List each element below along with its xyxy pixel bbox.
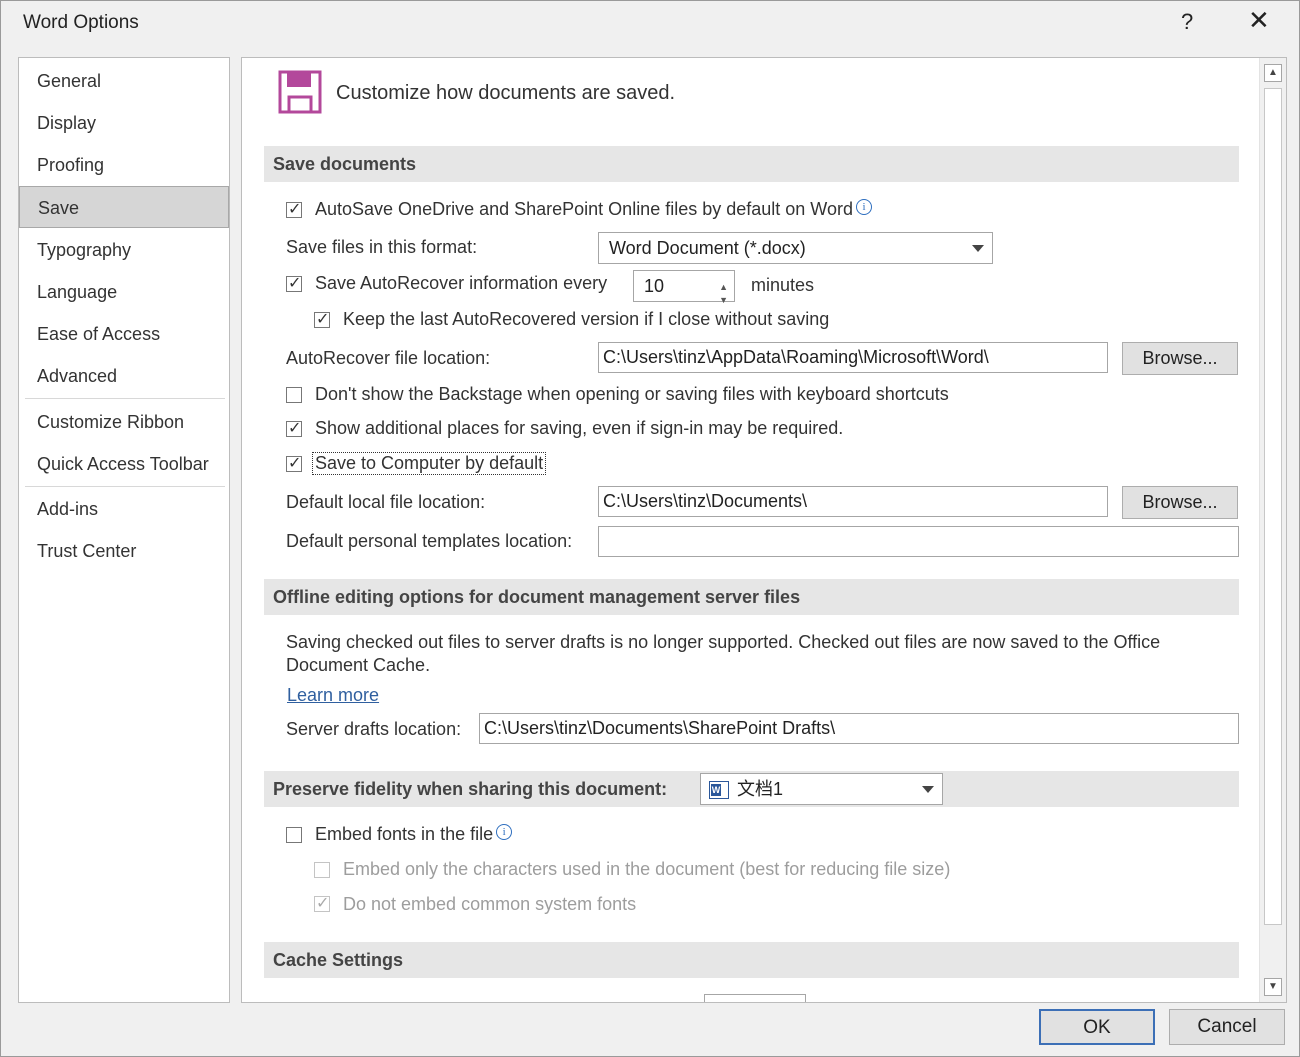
nav-item-customize-ribbon[interactable]: Customize Ribbon — [19, 401, 229, 443]
close-button[interactable]: ✕ — [1248, 6, 1270, 34]
default-templates-input[interactable] — [598, 526, 1239, 557]
nav-item-display[interactable]: Display — [19, 102, 229, 144]
browse-default-local-button[interactable]: Browse... — [1122, 486, 1238, 519]
nav-divider — [25, 398, 225, 399]
nav-item-quick-access-toolbar[interactable]: Quick Access Toolbar — [19, 443, 229, 485]
nav-item-ease-of-access[interactable]: Ease of Access — [19, 313, 229, 355]
minutes-label: minutes — [751, 275, 815, 295]
embed-fonts-checkbox[interactable] — [286, 827, 302, 843]
word-options-dialog: Word Options ? ✕ General Display Proofin… — [0, 0, 1300, 1057]
keep-last-label: Keep the last AutoRecovered version if I… — [343, 309, 830, 329]
format-select[interactable]: Word Document (*.docx) — [598, 232, 993, 264]
embed-fonts-label: Embed fonts in the file i — [315, 824, 513, 845]
embed-only-checkbox[interactable] — [314, 862, 330, 878]
nav-item-advanced[interactable]: Advanced — [19, 355, 229, 397]
additional-places-checkbox[interactable] — [286, 418, 302, 438]
nav-item-save[interactable]: Save — [19, 186, 229, 228]
chevron-down-icon — [922, 786, 934, 793]
section-save-documents: Save documents — [264, 146, 1239, 182]
vertical-scrollbar[interactable]: ▲ ▼ — [1259, 58, 1286, 1002]
browse-autorecover-button[interactable]: Browse... — [1122, 342, 1238, 375]
options-nav: General Display Proofing Save Typography… — [18, 57, 230, 1003]
nav-item-proofing[interactable]: Proofing — [19, 144, 229, 186]
default-local-label: Default local file location: — [286, 492, 486, 512]
format-select-value: Word Document (*.docx) — [609, 238, 806, 258]
autorecover-location-label: AutoRecover file location: — [286, 348, 491, 368]
no-common-fonts-label: Do not embed common system fonts — [343, 894, 637, 914]
nav-item-general[interactable]: General — [19, 60, 229, 102]
keep-last-checkbox[interactable] — [314, 309, 330, 329]
additional-places-label: Show additional places for saving, even … — [315, 418, 844, 438]
cache-days-stepper[interactable] — [704, 994, 806, 1002]
offline-description: Saving checked out files to server draft… — [286, 632, 1161, 675]
scroll-up-icon[interactable]: ▲ — [1264, 64, 1282, 82]
floppy-disk-icon — [278, 70, 322, 114]
fidelity-document-value: 文档1 — [737, 779, 784, 799]
window-title: Word Options — [23, 12, 139, 33]
save-to-computer-label: Save to Computer by default — [312, 452, 547, 475]
autorecover-minutes-value: 10 — [644, 276, 665, 296]
info-icon[interactable]: i — [855, 199, 872, 215]
server-drafts-input[interactable]: C:\Users\tinz\Documents\SharePoint Draft… — [479, 713, 1239, 744]
help-button[interactable]: ? — [1181, 9, 1193, 35]
server-drafts-label: Server drafts location: — [286, 719, 462, 739]
word-document-icon: W — [709, 781, 729, 800]
backstage-checkbox[interactable] — [286, 387, 302, 403]
embed-only-label: Embed only the characters used in the do… — [343, 859, 951, 879]
autosave-label: AutoSave OneDrive and SharePoint Online … — [315, 199, 872, 220]
section-offline-editing: Offline editing options for document man… — [264, 579, 1239, 615]
scroll-down-icon[interactable]: ▼ — [1264, 978, 1282, 996]
save-options-panel: Customize how documents are saved. Save … — [241, 57, 1287, 1003]
chevron-down-icon — [972, 245, 984, 252]
scrollbar-thumb[interactable] — [1264, 88, 1282, 925]
section-cache-settings: Cache Settings — [264, 942, 1239, 978]
default-local-input[interactable]: C:\Users\tinz\Documents\ — [598, 486, 1108, 517]
no-common-fonts-checkbox[interactable] — [314, 893, 330, 913]
nav-item-language[interactable]: Language — [19, 271, 229, 313]
nav-item-typography[interactable]: Typography — [19, 229, 229, 271]
autorecover-location-input[interactable]: C:\Users\tinz\AppData\Roaming\Microsoft\… — [598, 342, 1108, 373]
autorecover-label: Save AutoRecover information every — [315, 273, 608, 293]
format-label: Save files in this format: — [286, 237, 478, 257]
save-to-computer-checkbox[interactable] — [286, 453, 302, 473]
cancel-button[interactable]: Cancel — [1169, 1009, 1285, 1045]
backstage-label: Don't show the Backstage when opening or… — [315, 384, 949, 404]
nav-item-add-ins[interactable]: Add-ins — [19, 488, 229, 530]
nav-divider — [25, 486, 225, 487]
nav-item-trust-center[interactable]: Trust Center — [19, 530, 229, 572]
learn-more-link[interactable]: Learn more — [287, 685, 379, 706]
autorecover-minutes-stepper[interactable]: 10 ▲ ▼ — [633, 270, 735, 305]
page-heading: Customize how documents are saved. — [336, 82, 676, 104]
autorecover-checkbox[interactable] — [286, 273, 302, 293]
ok-button[interactable]: OK — [1039, 1009, 1155, 1045]
autosave-checkbox[interactable] — [286, 199, 302, 219]
fidelity-document-select[interactable]: W 文档1 — [700, 773, 943, 805]
default-templates-label: Default personal templates location: — [286, 531, 573, 551]
info-icon[interactable]: i — [496, 824, 513, 840]
